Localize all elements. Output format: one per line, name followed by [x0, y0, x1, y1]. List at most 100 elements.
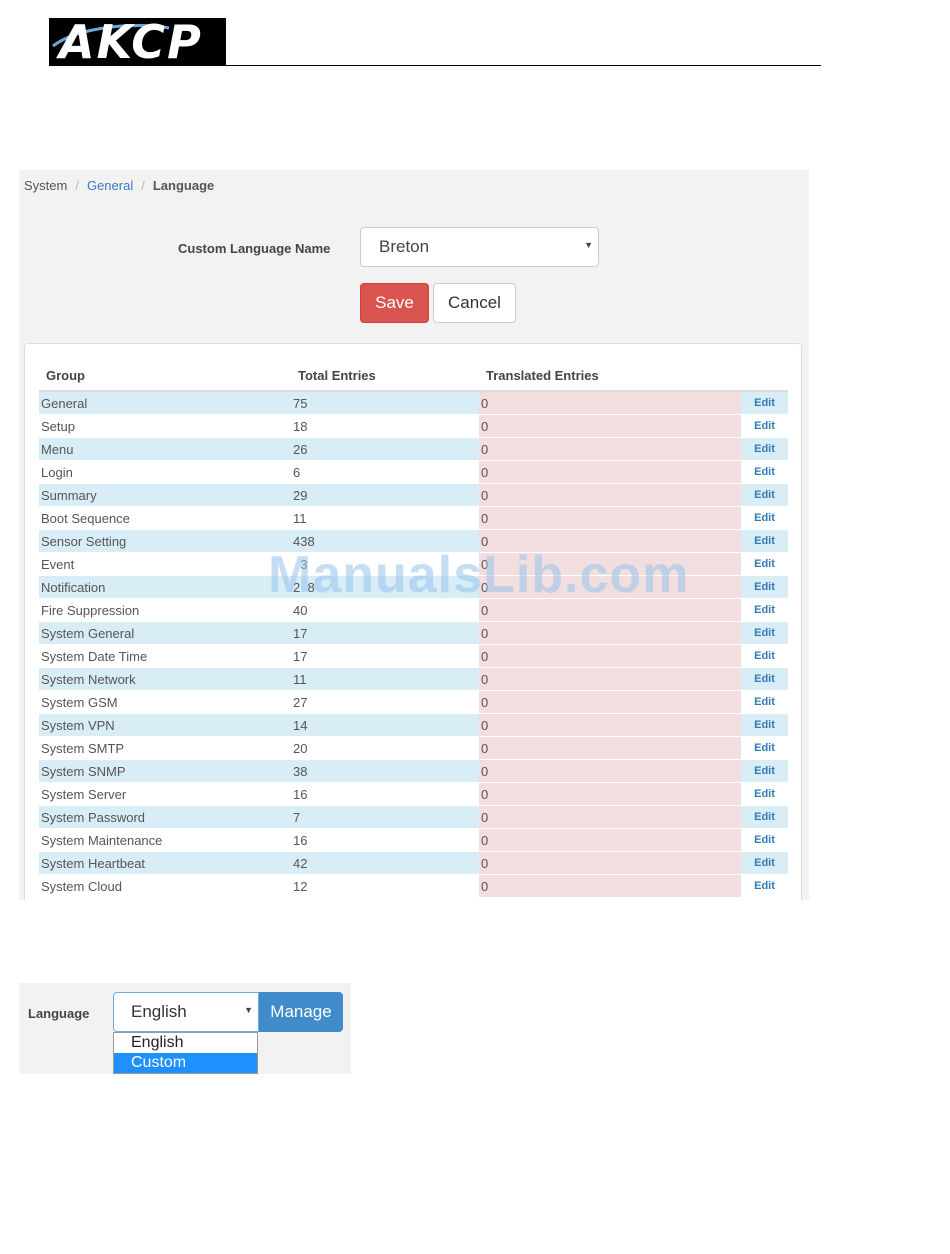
edit-link[interactable]: Edit — [741, 414, 788, 438]
group-cell: Notification — [39, 575, 291, 599]
table-row: Notification 2 8 0 Edit — [39, 575, 788, 599]
edit-link[interactable]: Edit — [741, 736, 788, 760]
save-button[interactable]: Save — [360, 283, 429, 323]
translated-entries-cell: 0 — [479, 460, 741, 484]
edit-link[interactable]: Edit — [741, 828, 788, 852]
breadcrumb-separator: / — [75, 178, 79, 193]
total-entries-cell: 27 — [291, 690, 479, 714]
total-entries-cell: 438 — [291, 529, 479, 553]
table-row: System Date Time 17 0 Edit — [39, 644, 788, 668]
table-row: System Network 11 0 Edit — [39, 667, 788, 691]
language-option-english[interactable]: English — [114, 1033, 257, 1053]
group-cell: Fire Suppression — [39, 598, 291, 622]
table-row: Sensor Setting 438 0 Edit — [39, 529, 788, 553]
translated-entries-cell: 0 — [479, 713, 741, 737]
edit-link[interactable]: Edit — [741, 759, 788, 783]
table-row: Login 6 0 Edit — [39, 460, 788, 484]
edit-link[interactable]: Edit — [741, 483, 788, 507]
edit-link[interactable]: Edit — [741, 851, 788, 875]
translated-entries-cell: 0 — [479, 874, 741, 897]
edit-link[interactable]: Edit — [741, 690, 788, 714]
translated-entries-cell: 0 — [479, 736, 741, 760]
edit-link[interactable]: Edit — [741, 713, 788, 737]
edit-link[interactable]: Edit — [741, 529, 788, 553]
translated-entries-cell: 0 — [479, 759, 741, 783]
translated-entries-cell: 0 — [479, 437, 741, 461]
language-option-custom[interactable]: Custom — [114, 1053, 257, 1073]
table-row: Menu 26 0 Edit — [39, 437, 788, 461]
edit-link[interactable]: Edit — [741, 390, 788, 415]
entries-table-card: Group Total Entries Translated Entries G… — [24, 343, 802, 900]
breadcrumb-general[interactable]: General — [87, 178, 133, 193]
total-entries-cell: 6 — [291, 460, 479, 484]
header-rule — [49, 65, 821, 66]
translated-entries-cell: 0 — [479, 575, 741, 599]
edit-link[interactable]: Edit — [741, 644, 788, 668]
table-row: System Cloud 12 0 Edit — [39, 874, 788, 897]
table-row: System Heartbeat 42 0 Edit — [39, 851, 788, 875]
total-entries-cell: 16 — [291, 828, 479, 852]
group-cell: System Cloud — [39, 874, 291, 897]
table-row: Boot Sequence 11 0 Edit — [39, 506, 788, 530]
custom-language-name-label: Custom Language Name — [178, 241, 331, 256]
akcp-logo: AKCP — [49, 18, 226, 66]
language-editor-panel: System / General / Language Custom Language … — [19, 170, 809, 900]
edit-link[interactable]: Edit — [741, 460, 788, 484]
edit-link[interactable]: Edit — [741, 621, 788, 645]
total-entries-cell: 17 — [291, 644, 479, 668]
breadcrumb-language: Language — [152, 178, 215, 193]
table-row: System Password 7 0 Edit — [39, 805, 788, 829]
translated-entries-cell: 0 — [479, 529, 741, 553]
edit-link[interactable]: Edit — [741, 667, 788, 691]
language-label: Language — [28, 1006, 90, 1021]
translated-entries-cell: 0 — [479, 552, 741, 576]
table-row: System SMTP 20 0 Edit — [39, 736, 788, 760]
column-header-translated-entries: Translated Entries — [479, 360, 741, 392]
table-row: System VPN 14 0 Edit — [39, 713, 788, 737]
table-row: General 75 0 Edit — [39, 390, 788, 415]
table-row: System SNMP 38 0 Edit — [39, 759, 788, 783]
edit-link[interactable]: Edit — [741, 506, 788, 530]
translated-entries-cell: 0 — [479, 805, 741, 829]
group-cell: System Heartbeat — [39, 851, 291, 875]
table-row: System General 17 0 Edit — [39, 621, 788, 645]
translated-entries-cell: 0 — [479, 782, 741, 806]
table-row: System GSM 27 0 Edit — [39, 690, 788, 714]
edit-link[interactable]: Edit — [741, 782, 788, 806]
total-entries-cell: 11 — [291, 506, 479, 530]
breadcrumb-separator: / — [141, 178, 145, 193]
language-select-value: English — [131, 1002, 187, 1021]
group-cell: Setup — [39, 414, 291, 438]
edit-link[interactable]: Edit — [741, 598, 788, 622]
logo-text: AKCP — [59, 18, 203, 66]
breadcrumb-system[interactable]: System — [24, 178, 67, 193]
translated-entries-cell: 0 — [479, 390, 741, 415]
manage-button[interactable]: Manage — [259, 992, 343, 1032]
entries-table: Group Total Entries Translated Entries G… — [39, 360, 788, 897]
edit-link[interactable]: Edit — [741, 874, 788, 897]
edit-link[interactable]: Edit — [741, 575, 788, 599]
total-entries-cell: 14 — [291, 713, 479, 737]
translated-entries-cell: 0 — [479, 483, 741, 507]
total-entries-cell: 29 — [291, 483, 479, 507]
total-entries-cell: 38 — [291, 759, 479, 783]
language-selector-panel: Language English ▼ Manage English Custom — [19, 983, 351, 1074]
language-dropdown-list: English Custom — [113, 1032, 258, 1074]
breadcrumb: System / General / Language — [24, 178, 214, 193]
language-select[interactable]: English ▼ — [113, 992, 259, 1032]
total-entries-cell: 18 — [291, 414, 479, 438]
group-cell: Menu — [39, 437, 291, 461]
table-row: System Server 16 0 Edit — [39, 782, 788, 806]
cancel-button[interactable]: Cancel — [433, 283, 516, 323]
total-entries-cell: 3 — [291, 552, 479, 576]
custom-language-value: Breton — [379, 237, 430, 256]
edit-link[interactable]: Edit — [741, 805, 788, 829]
total-entries-cell: 42 — [291, 851, 479, 875]
edit-link[interactable]: Edit — [741, 552, 788, 576]
total-entries-cell: 26 — [291, 437, 479, 461]
total-entries-cell: 17 — [291, 621, 479, 645]
custom-language-select[interactable]: Breton ▼ — [360, 227, 599, 267]
group-cell: System General — [39, 621, 291, 645]
edit-link[interactable]: Edit — [741, 437, 788, 461]
group-cell: System GSM — [39, 690, 291, 714]
